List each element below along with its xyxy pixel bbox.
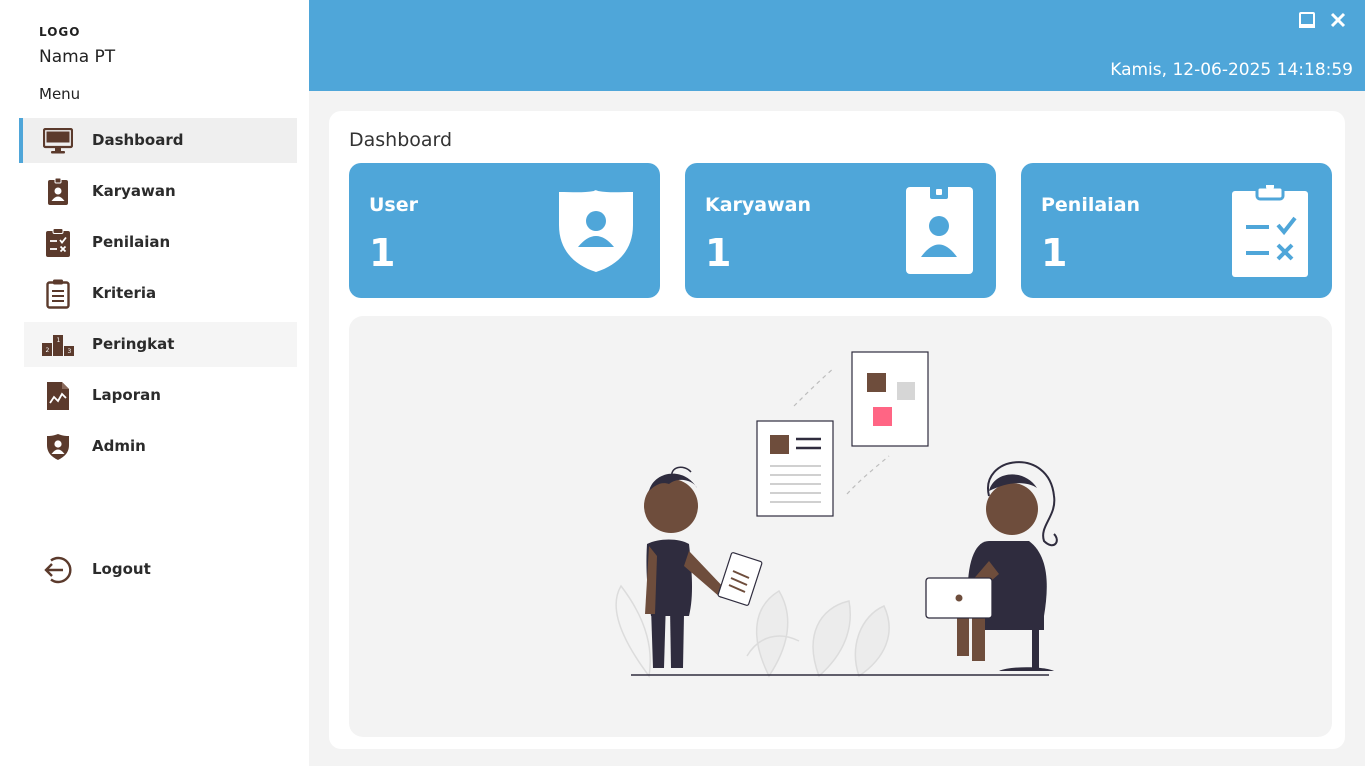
page-title: Dashboard [349,129,453,151]
shield-user-icon [554,185,638,277]
shield-user-icon [42,431,74,463]
id-badge-icon [42,176,74,208]
company-name: Nama PT [39,47,116,67]
svg-text:2: 2 [46,347,50,354]
illustration-panel [349,316,1332,737]
sidebar-item-label: Laporan [92,386,161,404]
minimize-button[interactable] [1296,11,1318,33]
main-panel: Dashboard User 1 Karyawan 1 Penilaian 1 [329,111,1345,749]
sidebar-item-admin[interactable]: Admin [24,424,297,469]
sidebar-item-label: Kriteria [92,284,157,302]
stat-card-penilaian[interactable]: Penilaian 1 [1021,163,1332,298]
sidebar-item-peringkat[interactable]: 2 1 3 Peringkat [24,322,297,367]
sidebar-item-dashboard[interactable]: Dashboard [19,118,297,163]
team-discussion-illustration [615,351,1058,678]
datetime-display: Kamis, 12-06-2025 14:18:59 [1110,60,1353,80]
sidebar: LOGO Nama PT Menu Dashboard Karyawan Pen… [0,0,309,766]
card-value: 1 [705,231,732,275]
stat-card-user[interactable]: User 1 [349,163,660,298]
sidebar-item-label: Karyawan [92,182,176,200]
stat-card-karyawan[interactable]: Karyawan 1 [685,163,996,298]
monitor-icon [42,125,74,157]
clipboard-list-icon [42,278,74,310]
logout-label: Logout [92,560,151,578]
podium-icon: 2 1 3 [42,329,74,361]
sidebar-item-penilaian[interactable]: Penilaian [24,220,297,265]
sidebar-item-label: Admin [92,437,146,455]
card-label: Penilaian [1041,194,1141,216]
card-value: 1 [1041,231,1068,275]
sidebar-item-label: Penilaian [92,233,171,251]
sidebar-item-laporan[interactable]: Laporan [24,373,297,418]
clipboard-check-icon [42,227,74,259]
card-label: User [369,194,418,216]
card-value: 1 [369,231,396,275]
brand-logo: LOGO [39,25,81,39]
logout-button[interactable]: Logout [24,547,297,592]
menu-heading: Menu [39,85,81,103]
sidebar-item-kriteria[interactable]: Kriteria [24,271,297,316]
close-icon [1329,11,1347,34]
id-badge-icon [890,185,974,277]
top-bar: Kamis, 12-06-2025 14:18:59 [309,0,1365,91]
card-label: Karyawan [705,194,812,216]
sidebar-item-label: Peringkat [92,335,175,353]
logout-icon [42,554,74,586]
close-button[interactable] [1327,11,1349,33]
sidebar-item-label: Dashboard [92,131,184,149]
svg-text:1: 1 [57,337,61,344]
svg-text:3: 3 [68,348,72,355]
sidebar-item-karyawan[interactable]: Karyawan [24,169,297,214]
clipboard-check-icon [1226,182,1310,277]
report-chart-icon [42,380,74,412]
minimize-icon [1298,11,1316,34]
